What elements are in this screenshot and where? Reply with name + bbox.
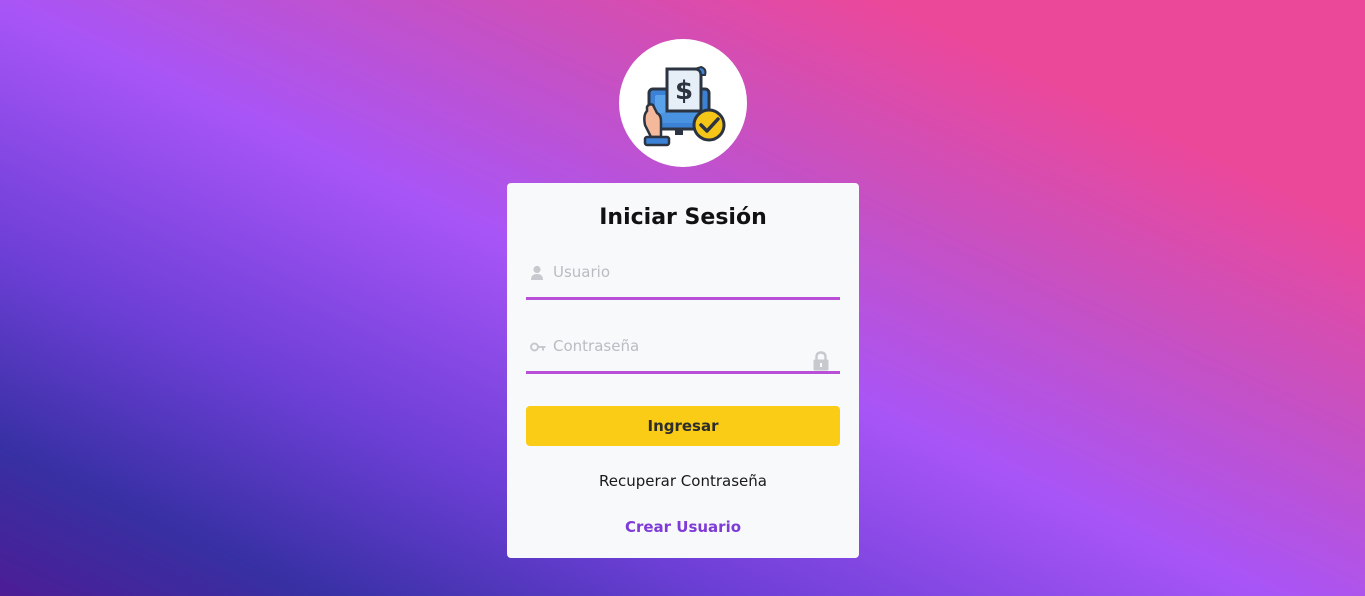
lock-icon[interactable] xyxy=(812,351,830,371)
payment-receipt-check-icon: $ xyxy=(643,65,726,147)
username-field-wrapper xyxy=(526,257,840,300)
username-input[interactable] xyxy=(553,257,803,287)
password-input[interactable] xyxy=(553,331,803,361)
recover-password-link[interactable]: Recuperar Contraseña xyxy=(507,472,859,490)
login-card: Iniciar Sesión Ingresar Recuperar Contra… xyxy=(507,183,859,558)
login-title: Iniciar Sesión xyxy=(599,205,767,230)
password-field-wrapper xyxy=(526,331,840,374)
svg-text:$: $ xyxy=(675,76,693,106)
key-icon xyxy=(530,342,546,352)
login-button[interactable]: Ingresar xyxy=(526,406,840,446)
user-icon xyxy=(531,265,543,280)
app-logo: $ xyxy=(619,39,747,167)
create-user-link[interactable]: Crear Usuario xyxy=(507,518,859,536)
